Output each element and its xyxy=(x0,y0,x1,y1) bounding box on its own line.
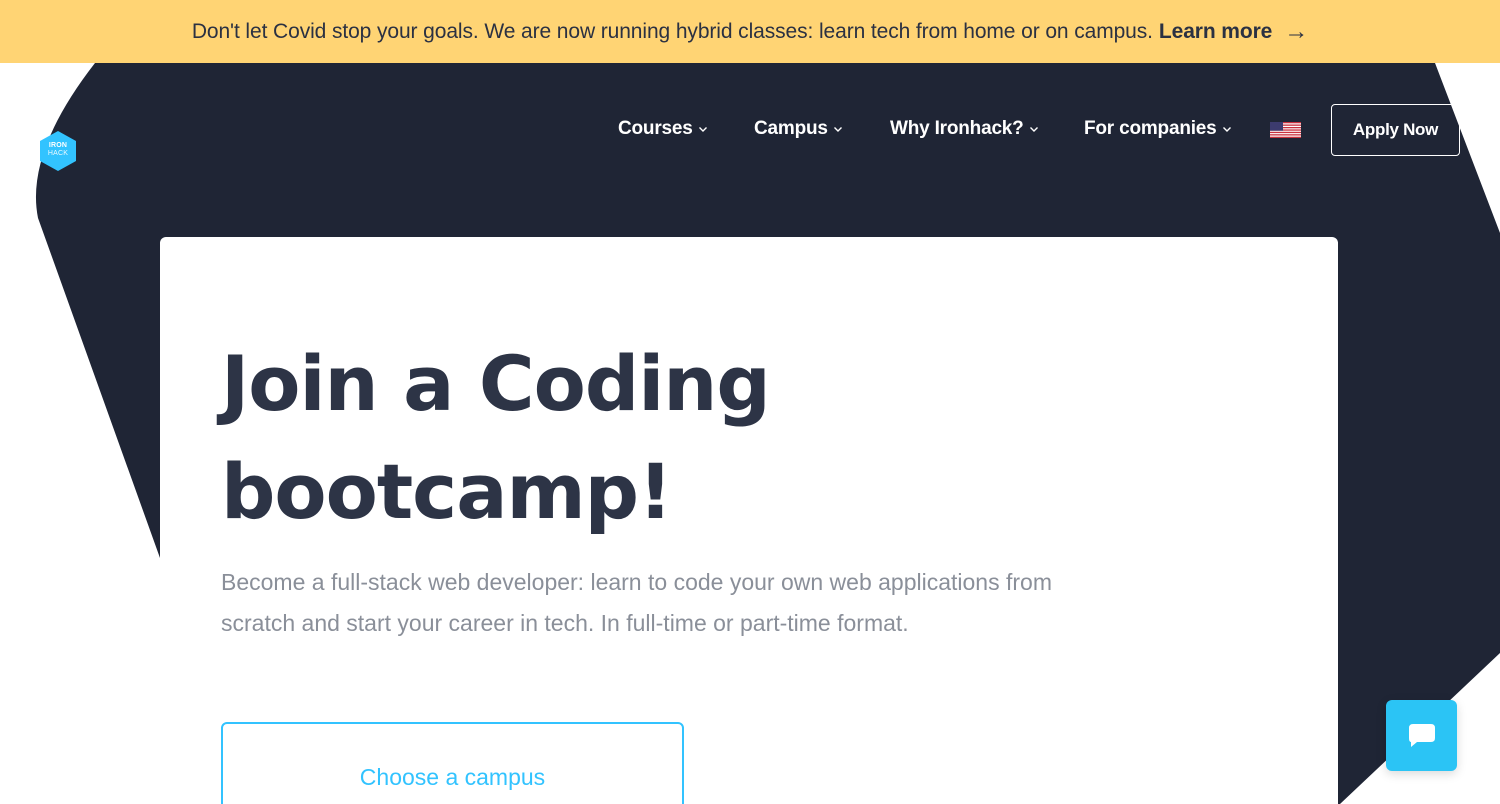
chevron-down-icon xyxy=(1029,127,1038,132)
announcement-banner: Don't let Covid stop your goals. We are … xyxy=(0,0,1500,63)
nav-item-why-ironhack[interactable]: Why Ironhack? xyxy=(890,118,1039,140)
choose-campus-button[interactable]: Choose a campus xyxy=(221,722,684,804)
chevron-down-icon xyxy=(698,127,707,132)
apply-now-button[interactable]: Apply Now xyxy=(1331,104,1460,156)
hero-title: Join a Coding bootcamp! xyxy=(221,339,771,536)
chat-button[interactable] xyxy=(1386,700,1457,771)
nav-item-label: Courses xyxy=(618,118,693,139)
choose-campus-label: Choose a campus xyxy=(359,764,546,790)
arrow-right-icon: → xyxy=(1284,17,1309,45)
nav-item-campus[interactable]: Campus xyxy=(754,118,843,140)
learn-more-label: Learn more xyxy=(1158,19,1273,43)
chat-bubble-icon xyxy=(1408,723,1435,747)
us-flag-icon[interactable] xyxy=(1270,122,1301,138)
nav-item-label: For companies xyxy=(1084,118,1217,139)
chevron-down-icon xyxy=(833,127,842,132)
nav-item-label: Campus xyxy=(754,118,828,139)
nav-item-label: Why Ironhack? xyxy=(890,118,1024,139)
nav-item-for-companies[interactable]: For companies xyxy=(1084,118,1232,140)
chevron-down-icon xyxy=(1222,127,1231,132)
hero-description: Become a full-stack web developer: learn… xyxy=(221,569,1052,636)
nav-item-courses[interactable]: Courses xyxy=(618,118,708,140)
banner-message: Don't let Covid stop your goals. We are … xyxy=(191,19,1153,43)
learn-more-link[interactable]: Learn more → xyxy=(1159,18,1308,46)
